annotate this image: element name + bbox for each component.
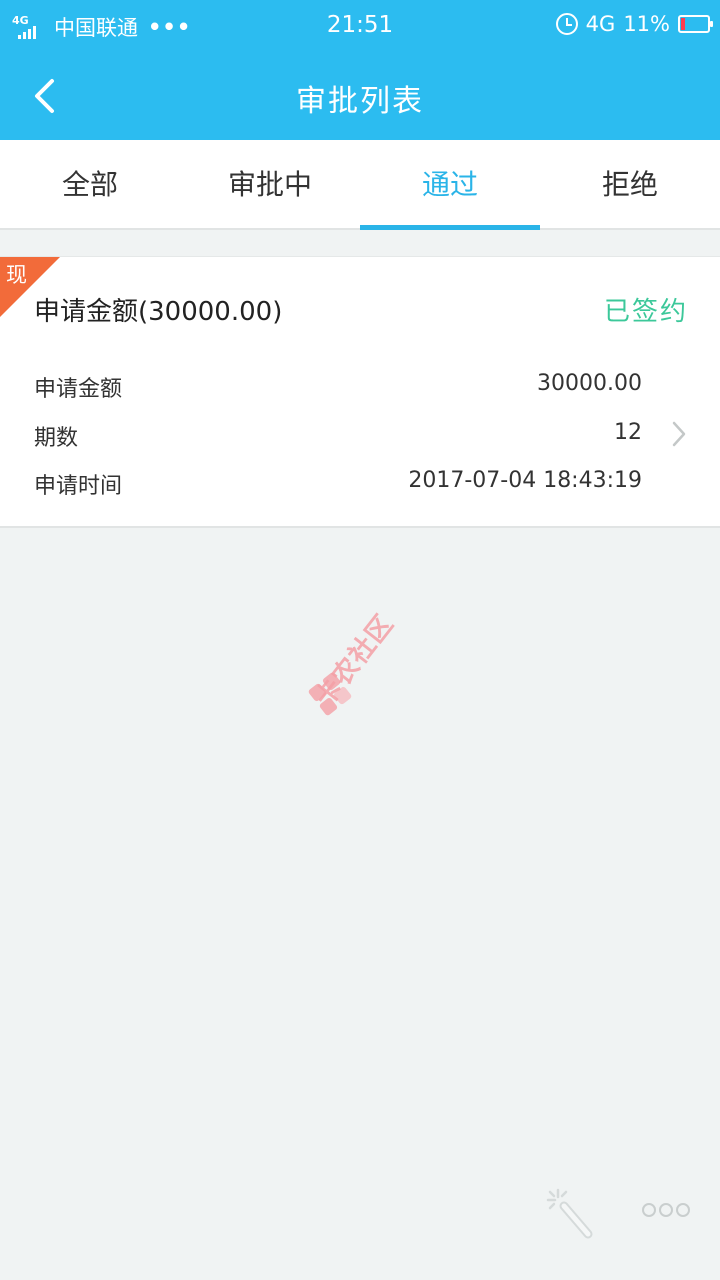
navigation-bar: 审批列表 [0, 52, 720, 140]
data-network-label: 4G [585, 12, 616, 36]
battery-percent: 11% [623, 12, 670, 36]
watermark-text: 卡农社区 [309, 609, 401, 713]
detail-label: 期数 [34, 426, 79, 451]
status-tabs: 全部 审批中 通过 拒绝 [0, 140, 720, 230]
battery-icon [678, 15, 713, 33]
chevron-right-icon[interactable] [668, 417, 690, 451]
magic-wand-icon[interactable] [544, 1186, 600, 1242]
tab-in-review[interactable]: 审批中 [180, 140, 360, 228]
card-title: 申请金额(30000.00) [34, 297, 283, 327]
tab-approved[interactable]: 通过 [360, 140, 540, 230]
detail-value: 2017-07-04 18:43:19 [408, 468, 642, 493]
detail-value: 30000.00 [537, 371, 642, 396]
cash-badge-label: 现 [6, 263, 27, 287]
detail-row-amount: 申请金额 30000.00 [34, 365, 642, 405]
detail-row-time: 申请时间 2017-07-04 18:43:19 [34, 462, 642, 502]
alarm-icon [555, 13, 578, 35]
detail-value: 12 [614, 420, 642, 445]
detail-label: 申请时间 [34, 474, 123, 499]
more-options-icon[interactable] [640, 1200, 692, 1220]
application-card[interactable]: 现 申请金额(30000.00) 已签约 申请金额 30000.00 期数 12… [0, 256, 720, 528]
status-bar: 4G 中国联通 ••• 21:51 4G 11% [0, 0, 720, 52]
tab-all[interactable]: 全部 [0, 140, 180, 228]
detail-row-periods: 期数 12 [34, 414, 642, 454]
detail-label: 申请金额 [34, 377, 123, 402]
page-title: 审批列表 [296, 84, 424, 119]
status-badge: 已签约 [603, 297, 688, 327]
tab-rejected[interactable]: 拒绝 [540, 140, 720, 228]
